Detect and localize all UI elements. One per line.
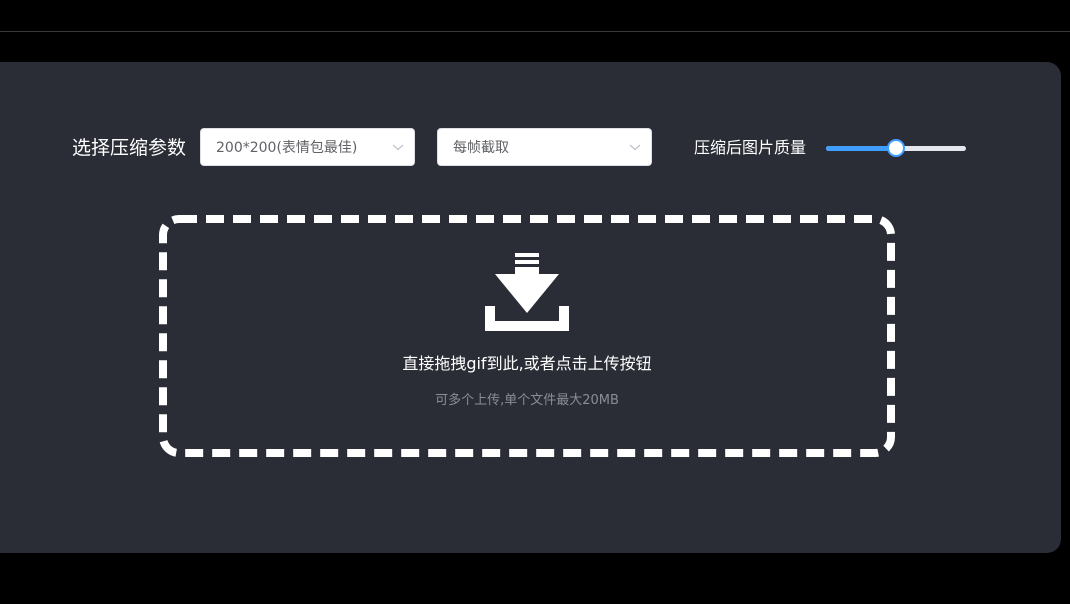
- chevron-down-icon: [629, 144, 641, 151]
- size-select[interactable]: 200*200(表情包最佳): [200, 128, 415, 166]
- params-label: 选择压缩参数: [72, 137, 187, 159]
- chevron-down-icon: [392, 144, 404, 151]
- quality-slider-thumb[interactable]: [887, 139, 905, 157]
- frame-select-value: 每帧截取: [453, 140, 509, 156]
- download-tray-icon: [485, 253, 569, 331]
- frame-select[interactable]: 每帧截取: [437, 128, 652, 166]
- upload-dropzone[interactable]: [159, 215, 895, 457]
- size-select-value: 200*200(表情包最佳): [216, 140, 358, 156]
- quality-label: 压缩后图片质量: [694, 138, 807, 157]
- quality-slider-fill: [826, 146, 896, 151]
- upload-main-text: 直接拖拽gif到此,或者点击上传按钮: [402, 354, 652, 373]
- quality-slider[interactable]: [826, 139, 966, 157]
- upload-sub-text: 可多个上传,单个文件最大20MB: [435, 393, 619, 408]
- top-divider: [0, 31, 1070, 32]
